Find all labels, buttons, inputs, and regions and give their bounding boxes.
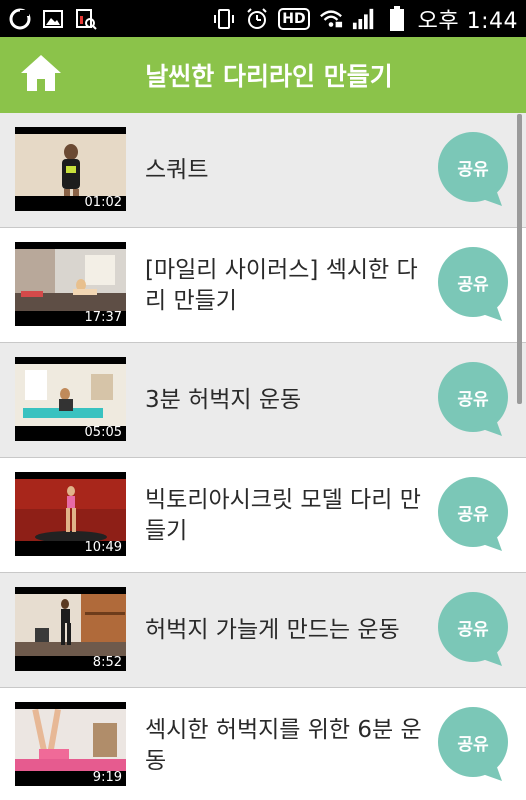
- gallery-icon: [41, 7, 65, 31]
- status-bar-right: HD 오후 1:44: [212, 3, 518, 35]
- status-bar-left: [8, 7, 98, 31]
- video-list: 01:02 스쿼트 공유 17:37 [마일리 사이러스] 섹시한 다리 만들기…: [0, 113, 526, 800]
- video-duration: 8:52: [92, 655, 122, 670]
- share-label: 공유: [457, 159, 489, 180]
- wifi-lock-icon: [319, 7, 343, 31]
- video-thumbnail[interactable]: 8:52: [15, 587, 126, 671]
- home-icon: [19, 53, 63, 97]
- video-thumbnail[interactable]: 9:19: [15, 702, 126, 786]
- screenshot-search-icon: [74, 7, 98, 31]
- share-label: 공유: [457, 734, 489, 755]
- share-button[interactable]: 공유: [438, 592, 510, 668]
- camera-app-icon: [8, 7, 32, 31]
- video-title[interactable]: 스쿼트: [145, 113, 430, 228]
- battery-icon: [385, 5, 409, 31]
- share-button[interactable]: 공유: [438, 132, 510, 208]
- share-label: 공유: [457, 619, 489, 640]
- list-item[interactable]: 10:49 빅토리아시크릿 모델 다리 만들기 공유: [0, 458, 526, 573]
- list-item[interactable]: 8:52 허벅지 가늘게 만드는 운동 공유: [0, 573, 526, 688]
- video-thumbnail[interactable]: 01:02: [15, 127, 126, 211]
- video-duration: 05:05: [84, 425, 122, 440]
- video-title[interactable]: 빅토리아시크릿 모델 다리 만들기: [145, 458, 430, 573]
- video-title[interactable]: 허벅지 가늘게 만드는 운동: [145, 573, 430, 688]
- video-title[interactable]: 섹시한 허벅지를 위한 6분 운동: [145, 688, 430, 800]
- list-item[interactable]: 05:05 3분 허벅지 운동 공유: [0, 343, 526, 458]
- share-label: 공유: [457, 274, 489, 295]
- home-button[interactable]: [18, 53, 64, 97]
- vibrate-icon: [212, 7, 236, 31]
- alarm-icon: [245, 7, 269, 31]
- share-label: 공유: [457, 389, 489, 410]
- video-duration: 01:02: [84, 195, 122, 210]
- video-title[interactable]: 3분 허벅지 운동: [145, 343, 430, 458]
- page-title: 날씬한 다리라인 만들기: [145, 62, 393, 91]
- share-label: 공유: [457, 504, 489, 525]
- share-button[interactable]: 공유: [438, 477, 510, 553]
- list-item[interactable]: 01:02 스쿼트 공유: [0, 113, 526, 228]
- list-item[interactable]: 17:37 [마일리 사이러스] 섹시한 다리 만들기 공유: [0, 228, 526, 343]
- status-bar: HD 오후 1:44: [0, 0, 526, 37]
- app-header: 날씬한 다리라인 만들기: [0, 37, 526, 113]
- video-title[interactable]: [마일리 사이러스] 섹시한 다리 만들기: [145, 228, 430, 343]
- list-scrollbar[interactable]: [517, 114, 522, 404]
- share-button[interactable]: 공유: [438, 247, 510, 323]
- hd-voice-icon: HD: [278, 7, 310, 30]
- status-time: 오후 1:44: [417, 8, 518, 34]
- video-thumbnail[interactable]: 05:05: [15, 357, 126, 441]
- share-button[interactable]: 공유: [438, 707, 510, 783]
- video-thumbnail[interactable]: 10:49: [15, 472, 126, 556]
- video-duration: 10:49: [84, 540, 122, 555]
- video-thumbnail[interactable]: 17:37: [15, 242, 126, 326]
- signal-icon: [352, 7, 376, 31]
- share-button[interactable]: 공유: [438, 362, 510, 438]
- video-duration: 17:37: [84, 310, 122, 325]
- list-item[interactable]: 9:19 섹시한 허벅지를 위한 6분 운동 공유: [0, 688, 526, 800]
- video-duration: 9:19: [92, 770, 122, 785]
